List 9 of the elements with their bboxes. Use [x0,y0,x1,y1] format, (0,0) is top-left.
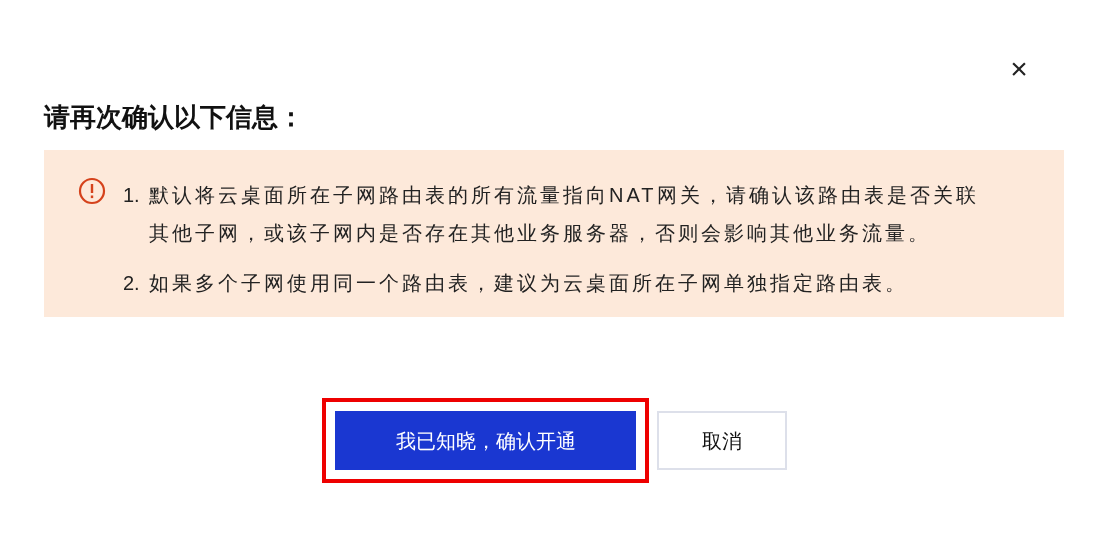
notice-text: 如果多个子网使用同一个路由表，建议为云桌面所在子网单独指定路由表。 [149,271,909,296]
close-button[interactable]: × [1004,52,1034,86]
list-number: 1. [123,183,141,208]
cancel-button[interactable]: 取消 [657,411,787,470]
confirm-button[interactable]: 我已知晓，确认开通 [335,411,636,470]
notice-text: 默认将云桌面所在子网路由表的所有流量指向NAT网关，请确认该路由表是否关联其他子网，或该子网内是否存在其他业务服务器，否则会影响其他业务流量。 [149,183,980,246]
dialog-title: 请再次确认以下信息： [44,101,305,134]
warning-icon [78,177,106,205]
list-number: 2. [123,271,141,296]
